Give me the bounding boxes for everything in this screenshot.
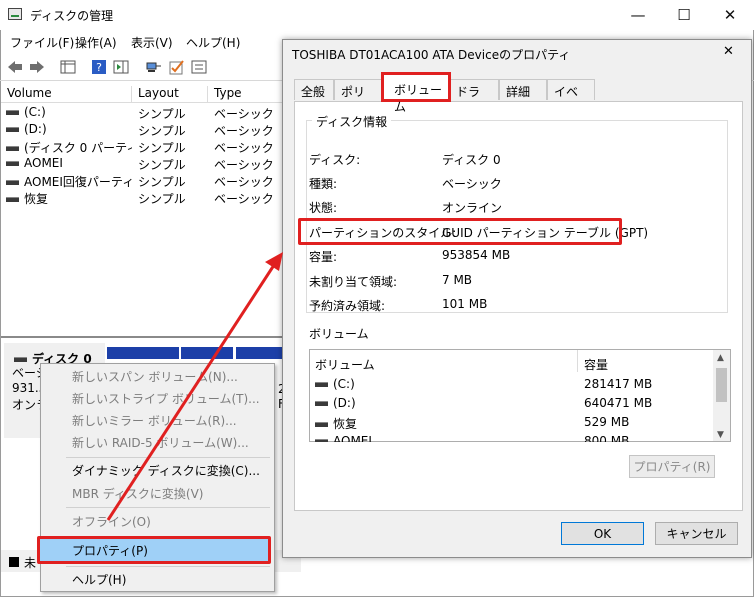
volume-list-item[interactable]: (C:) <box>315 377 355 391</box>
scroll-down-icon[interactable]: ▼ <box>717 430 724 440</box>
field-value: ベーシック <box>442 177 502 191</box>
menu-action[interactable]: 操作(A) <box>75 34 117 51</box>
volume-row[interactable]: (D:) シンプル ベーシック <box>6 122 296 139</box>
drive-icon <box>6 161 19 166</box>
drive-icon <box>6 127 19 132</box>
tab-volumes[interactable]: ボリューム <box>381 72 451 114</box>
help-icon[interactable]: ? <box>90 58 108 75</box>
column-layout[interactable]: Layout <box>132 86 208 103</box>
dialog-close-button[interactable]: ✕ <box>723 44 734 59</box>
field-label: 種類: <box>309 177 338 191</box>
menu-separator <box>66 507 270 508</box>
volume-list-item[interactable]: AOMEI <box>315 434 372 442</box>
volume-row[interactable]: (C:) シンプル ベーシック <box>6 105 296 122</box>
column-separator <box>577 350 578 372</box>
check-icon[interactable] <box>168 58 186 75</box>
drive-icon <box>315 382 328 387</box>
scroll-up-icon[interactable]: ▲ <box>717 353 724 363</box>
close-button[interactable]: ✕ <box>707 0 753 30</box>
volumes-column-name[interactable]: ボリューム <box>315 356 375 373</box>
properties-list-icon[interactable] <box>190 58 208 75</box>
field-value: 953854 MB <box>442 248 511 262</box>
menu-item-new-raid5[interactable]: 新しい RAID-5 ボリューム(W)... <box>72 434 249 451</box>
field-label: ディスク: <box>309 153 361 167</box>
drive-icon <box>6 197 19 202</box>
field-value: 7 MB <box>442 273 473 287</box>
drive-icon <box>6 146 19 151</box>
volume-size: 640471 MB <box>584 396 653 410</box>
menu-item-help[interactable]: ヘルプ(H) <box>72 571 126 588</box>
menu-item-offline[interactable]: オフライン(O) <box>72 513 151 530</box>
maximize-button[interactable]: ☐ <box>661 0 707 30</box>
menu-item-convert-mbr[interactable]: MBR ディスクに変換(V) <box>72 485 203 502</box>
volume-size: 281417 MB <box>584 377 653 391</box>
menu-item-new-mirrored[interactable]: 新しいミラー ボリューム(R)... <box>72 412 237 429</box>
volumes-title: ボリューム <box>309 327 369 341</box>
drive-icon <box>315 422 328 427</box>
drive-icon <box>315 439 328 442</box>
minimize-button[interactable]: — <box>615 0 661 30</box>
ok-button[interactable]: OK <box>561 522 644 545</box>
drive-icon <box>315 401 328 406</box>
scrollbar-thumb[interactable] <box>716 368 727 402</box>
action-pane-icon[interactable] <box>112 58 130 75</box>
volume-size: 529 MB <box>584 415 630 429</box>
volume-size: 800 MB <box>584 434 630 442</box>
menu-view[interactable]: 表示(V) <box>131 34 173 51</box>
legend-unallocated-swatch <box>9 557 19 567</box>
connect-icon[interactable] <box>145 58 163 75</box>
volume-row[interactable]: (ディスク 0 パーティシ... シンプル ベーシック <box>6 139 296 156</box>
column-volume[interactable]: Volume <box>1 86 132 103</box>
column-type[interactable]: Type <box>208 86 288 103</box>
menu-item-properties[interactable]: プロパティ(P) <box>72 542 148 559</box>
dialog-title: TOSHIBA DT01ACA100 ATA Deviceのプロパティ <box>292 48 571 62</box>
tab-events[interactable]: イベント <box>547 79 595 116</box>
volume-list-item[interactable]: (D:) <box>315 396 356 410</box>
field-label: 予約済み領域: <box>309 299 386 313</box>
menu-file[interactable]: ファイル(F) <box>10 34 74 51</box>
disk-info-title: ディスク情報 <box>312 113 392 130</box>
volume-list-item[interactable]: 恢复 <box>315 415 357 432</box>
field-value: ディスク 0 <box>442 153 501 167</box>
partition-bar[interactable] <box>107 347 179 359</box>
menu-help[interactable]: ヘルプ(H) <box>186 34 240 51</box>
field-label: 容量: <box>309 250 338 264</box>
tab-driver[interactable]: ドライバー <box>449 79 499 116</box>
disk-icon <box>14 357 27 362</box>
menu-separator <box>66 566 270 567</box>
field-value: オンライン <box>442 201 503 215</box>
drive-icon <box>6 110 19 115</box>
volume-row[interactable]: 恢复 シンプル ベーシック <box>6 190 296 207</box>
disk-management-icon <box>8 8 22 20</box>
tab-general[interactable]: 全般 <box>294 79 334 100</box>
cancel-button[interactable]: キャンセル <box>655 522 738 545</box>
volume-properties-button[interactable]: プロパティ(R) <box>629 455 715 478</box>
volume-row[interactable]: AOMEI シンプル ベーシック <box>6 156 296 173</box>
tab-policy[interactable]: ポリシー <box>334 79 382 116</box>
volume-row[interactable]: AOMEI回復パーティ... シンプル ベーシック <box>6 173 296 190</box>
menu-item-new-striped[interactable]: 新しいストライプ ボリューム(T)... <box>72 390 260 407</box>
forward-arrow-icon[interactable] <box>28 58 46 75</box>
tab-details[interactable]: 詳細 <box>499 79 547 100</box>
field-label: 未割り当て領域: <box>309 275 398 289</box>
drive-icon <box>6 180 19 185</box>
menu-separator <box>66 457 270 458</box>
field-value: 101 MB <box>442 297 488 311</box>
back-arrow-icon[interactable] <box>6 58 24 75</box>
svg-text:?: ? <box>96 61 102 74</box>
partition-style-highlight <box>298 218 622 245</box>
partition-bar[interactable] <box>181 347 233 359</box>
console-tree-icon[interactable] <box>59 58 77 75</box>
window-title: ディスクの管理 <box>30 9 114 23</box>
menu-item-new-spanned[interactable]: 新しいスパン ボリューム(N)... <box>72 368 238 385</box>
volumes-column-size[interactable]: 容量 <box>584 356 608 373</box>
field-label: 状態: <box>309 201 338 215</box>
menu-item-convert-dynamic[interactable]: ダイナミック ディスクに変換(C)... <box>72 462 260 479</box>
legend-label: 未 <box>24 556 37 570</box>
